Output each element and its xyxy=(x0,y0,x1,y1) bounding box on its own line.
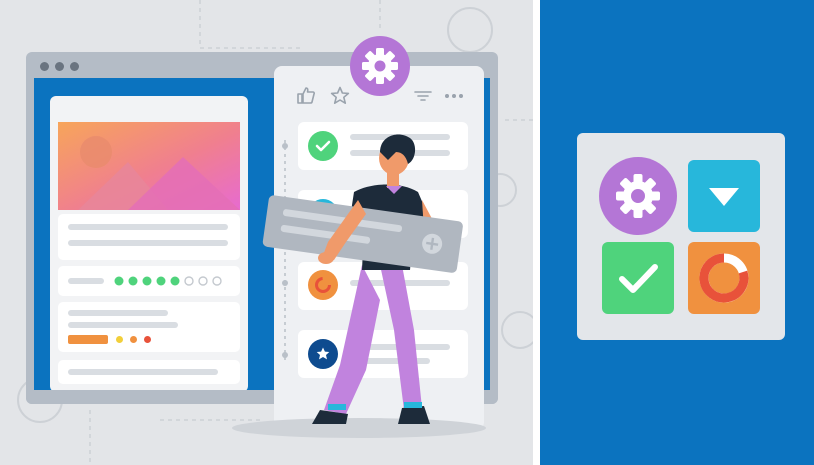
text-line xyxy=(68,310,168,316)
text-line xyxy=(68,322,178,328)
text-line xyxy=(68,224,228,230)
image-placeholder xyxy=(58,122,240,210)
loading-tile[interactable] xyxy=(688,242,760,314)
panel-divider xyxy=(533,0,540,465)
gear-tile[interactable] xyxy=(599,157,677,235)
filter-icon[interactable] xyxy=(414,90,432,102)
progress-dots xyxy=(114,276,222,286)
tag-badge xyxy=(68,335,108,344)
window-dot xyxy=(70,62,79,71)
window-dot xyxy=(40,62,49,71)
more-icon[interactable] xyxy=(444,93,464,99)
color-dot xyxy=(130,336,137,343)
text-line xyxy=(68,240,228,246)
check-tile[interactable] xyxy=(602,242,674,314)
person-illustration xyxy=(262,134,463,424)
refresh-icon xyxy=(699,253,749,303)
text-block xyxy=(58,214,240,260)
star-icon[interactable] xyxy=(330,86,350,105)
check-icon xyxy=(619,264,658,293)
illustration-panel xyxy=(0,0,533,465)
gear-icon xyxy=(616,174,660,218)
dropdown-tile[interactable] xyxy=(688,160,760,232)
text-line xyxy=(68,278,104,284)
color-dot xyxy=(144,336,151,343)
gear-icon xyxy=(350,36,410,96)
text-line xyxy=(68,369,218,375)
color-dot xyxy=(116,336,123,343)
thumbs-up-icon[interactable] xyxy=(296,86,316,104)
dropdown-triangle-icon xyxy=(709,188,739,206)
window-dot xyxy=(55,62,64,71)
